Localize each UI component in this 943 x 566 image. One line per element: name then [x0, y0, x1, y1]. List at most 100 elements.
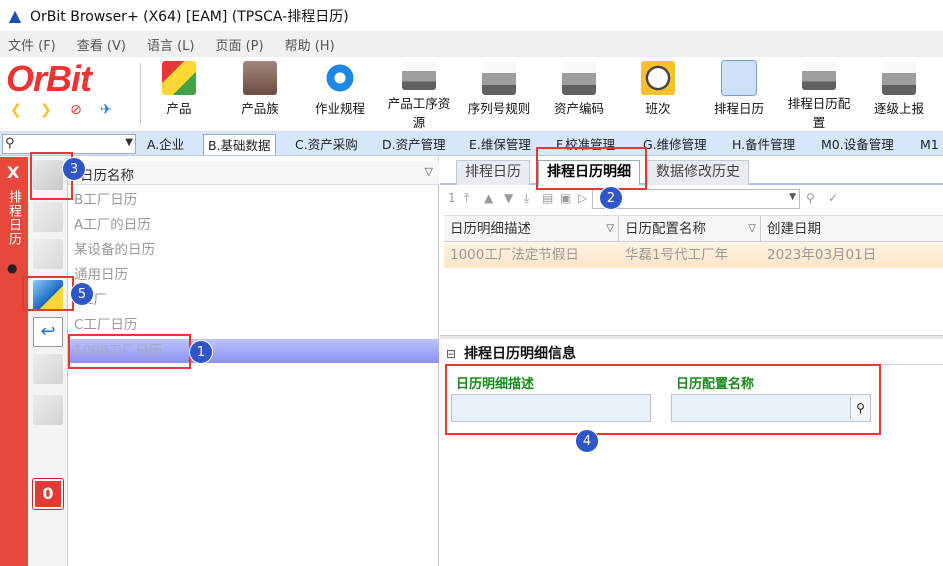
void-icon[interactable]: [33, 395, 63, 425]
menu-page[interactable]: 页面 (P): [215, 35, 263, 54]
menu-help[interactable]: 帮助 (H): [285, 35, 335, 54]
attach-icon[interactable]: [33, 239, 63, 269]
filter-icon[interactable]: ▽: [748, 216, 756, 242]
main-toolbar: OrBit ❮ ❯ ⊘ ✈ 产品 产品族 作业规程 产品工序资 源 序列号规则: [0, 57, 943, 132]
annotation-box-5: [22, 276, 74, 311]
toolbar-label: 序列号规则: [467, 101, 531, 116]
printer-icon: [802, 61, 836, 90]
toolbar-product-family-button[interactable]: 产品族: [235, 59, 285, 131]
tab-repair[interactable]: G.维修管理: [639, 134, 711, 155]
printer-icon: [562, 61, 596, 95]
tab-change-history[interactable]: 数据修改历史: [647, 160, 749, 185]
menu-view[interactable]: 查看 (V): [77, 35, 126, 54]
confirm-icon[interactable]: ✓: [828, 191, 838, 205]
app-logo-icon: ▲: [8, 5, 22, 25]
cell-config-name: 华磊1号代工厂年: [625, 247, 729, 263]
toolbar-label: 资产编码: [553, 101, 604, 116]
toolbar-process-resource-button[interactable]: 产品工序资 源: [383, 59, 455, 131]
toolbar-asset-code-button[interactable]: 资产编码: [548, 59, 610, 131]
annotation-box-2: [536, 147, 647, 190]
printer-icon: [882, 61, 916, 95]
search-icon: ⚲: [5, 136, 15, 151]
tab-schedule-calendar[interactable]: 排程日历: [456, 160, 530, 185]
tab-asset-management[interactable]: D.资产管理: [378, 134, 450, 155]
tree-item[interactable]: B工厂日历: [74, 189, 137, 211]
toolbar-serial-rule-button[interactable]: 序列号规则: [463, 59, 535, 131]
column-header-label: 日历明细描述: [450, 221, 531, 237]
printer-icon: [721, 60, 757, 96]
tree-header-label: 日历名称: [80, 168, 134, 184]
paste-icon[interactable]: ▣: [560, 191, 571, 205]
tree-item[interactable]: A工厂的日历: [74, 214, 151, 236]
tab-enterprise[interactable]: A.企业: [143, 134, 188, 155]
tab-spare-parts[interactable]: H.备件管理: [728, 134, 799, 155]
column-header-created-date[interactable]: 创建日期: [761, 216, 943, 242]
export-icon[interactable]: ▷: [578, 191, 587, 205]
product-family-icon: [243, 61, 277, 95]
toolbar-label: 逐级上报: [873, 101, 924, 116]
collapse-icon[interactable]: ⊟: [446, 343, 458, 365]
annotation-badge-2: 2: [599, 186, 623, 210]
tab-asset-purchase[interactable]: C.资产采购: [291, 134, 362, 155]
column-header-config-name[interactable]: 日历配置名称 ▽: [619, 216, 761, 242]
tree-item[interactable]: C工厂日历: [74, 314, 137, 336]
chevron-down-icon[interactable]: ▼: [125, 137, 133, 148]
annotation-box-1: [68, 334, 191, 369]
toolbar-label: 排程日历配: [787, 96, 851, 111]
toolbar-schedule-calendar-button[interactable]: 排程日历: [710, 59, 768, 131]
search-input[interactable]: ⚲ ▼: [2, 134, 136, 154]
tab-equipment[interactable]: M0.设备管理: [817, 134, 898, 155]
tree-column-header: 日历名称 ▽: [68, 161, 439, 185]
toolbar-label: 产品族: [241, 101, 279, 116]
product-icon: [162, 61, 196, 95]
filter-icon[interactable]: ▽: [606, 216, 614, 242]
forward-arrow-icon[interactable]: ❯: [38, 102, 54, 118]
close-icon[interactable]: X: [7, 163, 19, 182]
toolbar-label-line2: 置: [812, 115, 826, 130]
module-sidebar: X 排程日历 ●: [0, 157, 28, 566]
column-header-description[interactable]: 日历明细描述 ▽: [444, 216, 619, 242]
toolbar-label: 产品: [166, 101, 192, 116]
home-icon[interactable]: ✈: [98, 102, 114, 118]
window-title: OrBit Browser+ (X64) [EAM] (TPSCA-排程日历): [30, 8, 349, 25]
chevron-down-icon[interactable]: ▼: [789, 192, 796, 202]
filter-icon[interactable]: ▽: [425, 165, 433, 178]
orbit-logo: OrBit: [6, 58, 92, 99]
copy-record-icon[interactable]: [33, 202, 63, 232]
cell-created-date: 2023年03月01日: [767, 247, 877, 263]
prev-page-icon[interactable]: ▲: [484, 191, 493, 205]
toolbar-label: 作业规程: [314, 101, 365, 116]
toolbar-work-procedure-button[interactable]: 作业规程: [310, 59, 370, 131]
back-arrow-icon[interactable]: ❮: [8, 102, 24, 118]
title-bar: ▲ OrBit Browser+ (X64) [EAM] (TPSCA-排程日历…: [0, 0, 943, 31]
menu-language[interactable]: 语言 (L): [147, 35, 195, 54]
toolbar-shift-button[interactable]: 班次: [638, 59, 678, 131]
last-page-icon[interactable]: ⤓: [524, 191, 529, 206]
toolbar-escalation-button[interactable]: 逐级上报: [868, 59, 930, 131]
toolbar-label: 产品工序资: [387, 96, 451, 111]
annotation-badge-1: 1: [189, 340, 213, 364]
stop-icon[interactable]: ⊘: [68, 102, 84, 118]
action-icon-strip: ↩ 0: [28, 157, 68, 566]
exit-icon[interactable]: 0: [32, 478, 64, 510]
tab-m1[interactable]: M1: [916, 134, 943, 155]
next-page-icon[interactable]: ▼: [504, 191, 513, 205]
first-page-icon[interactable]: ⤒: [464, 191, 469, 206]
delete-icon[interactable]: [33, 354, 63, 384]
tab-maintenance[interactable]: E.维保管理: [465, 134, 535, 155]
grid-toolbar: 1 ⤒ ▲ ▼ ⤓ ▤ ▣ ▷ ▼ ⚲ ✓: [440, 188, 943, 210]
logo-controls: ❮ ❯ ⊘ ✈: [8, 99, 128, 121]
grid-filter-dropdown[interactable]: ▼: [592, 189, 800, 209]
toolbar-product-button[interactable]: 产品: [160, 59, 198, 131]
search-icon[interactable]: ⚲: [806, 191, 815, 205]
tab-basic-data[interactable]: B.基础数据: [203, 134, 276, 155]
toolbar-calendar-config-button[interactable]: 排程日历配 置: [783, 59, 855, 131]
undo-icon[interactable]: ↩: [33, 317, 63, 347]
menu-file[interactable]: 文件 (F): [8, 35, 56, 54]
copy-icon[interactable]: ▤: [542, 191, 553, 205]
table-row[interactable]: 1000工厂法定节假日 华磊1号代工厂年 2023年03月01日: [444, 243, 943, 268]
section-header[interactable]: ⊟ 排程日历明细信息: [446, 343, 943, 365]
panel-splitter[interactable]: [440, 335, 943, 339]
cell-description: 1000工厂法定节假日: [450, 247, 579, 263]
tree-item[interactable]: 某设备的日历: [74, 239, 155, 261]
